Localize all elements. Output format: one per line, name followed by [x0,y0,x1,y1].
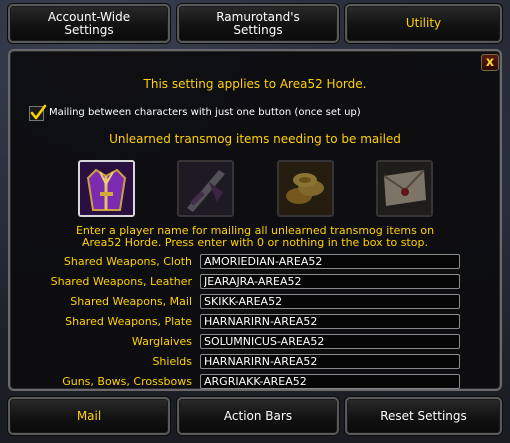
reset-settings-button[interactable]: Reset Settings [345,397,502,435]
row-label-cloth: Shared Weapons, Cloth [63,255,192,268]
gold-coins-icon[interactable] [277,160,334,217]
checkmark-icon [30,104,47,120]
mail-letter-icon[interactable] [376,160,433,217]
recipient-input-mail[interactable] [200,294,460,309]
mail-description: Enter a player name for mailing all unle… [8,225,502,249]
tab-label: Account-Wide Settings [47,9,131,37]
realm-notice: This setting applies to Area52 Horde. [143,77,367,91]
row-label-ranged: Guns, Bows, Crossbows [62,375,192,388]
row-label-shields: Shields [152,355,192,368]
row-label-mail: Shared Weapons, Mail [70,295,192,308]
recipient-input-plate[interactable] [200,314,460,329]
recipient-input-cloth[interactable] [200,254,460,269]
button-label: Reset Settings [380,408,467,423]
row-label-plate: Shared Weapons, Plate [65,315,192,328]
recipient-input-shields[interactable] [200,354,460,369]
mailing-checkbox[interactable] [29,104,47,121]
tab-account-wide-settings[interactable]: Account-Wide Settings [8,4,170,43]
action-bars-button[interactable]: Action Bars [177,397,339,435]
mailing-checkbox-label: Mailing between characters with just one… [49,107,361,118]
button-label: Mail [76,408,102,423]
row-label-leather: Shared Weapons, Leather [50,275,192,288]
recipient-input-warglaives[interactable] [200,334,460,349]
close-icon: x [485,55,495,70]
close-button[interactable]: x [481,54,499,71]
section-title: Unlearned transmog items needing to be m… [109,132,401,146]
transmog-robe-icon[interactable] [78,160,135,217]
tab-label: Ramurotand's Settings [216,9,300,37]
weapon-sword-icon[interactable] [177,160,234,217]
description-line: Area52 Horde. Press enter with 0 or noth… [82,236,428,249]
mail-button[interactable]: Mail [8,397,170,435]
tab-character-settings[interactable]: Ramurotand's Settings [177,4,339,43]
row-label-warglaives: Warglaives [131,335,192,348]
tab-label: Utility [405,16,442,30]
button-label: Action Bars [223,408,293,423]
tab-utility[interactable]: Utility [345,4,502,43]
recipient-input-ranged[interactable] [200,374,460,389]
recipient-input-leather[interactable] [200,274,460,289]
